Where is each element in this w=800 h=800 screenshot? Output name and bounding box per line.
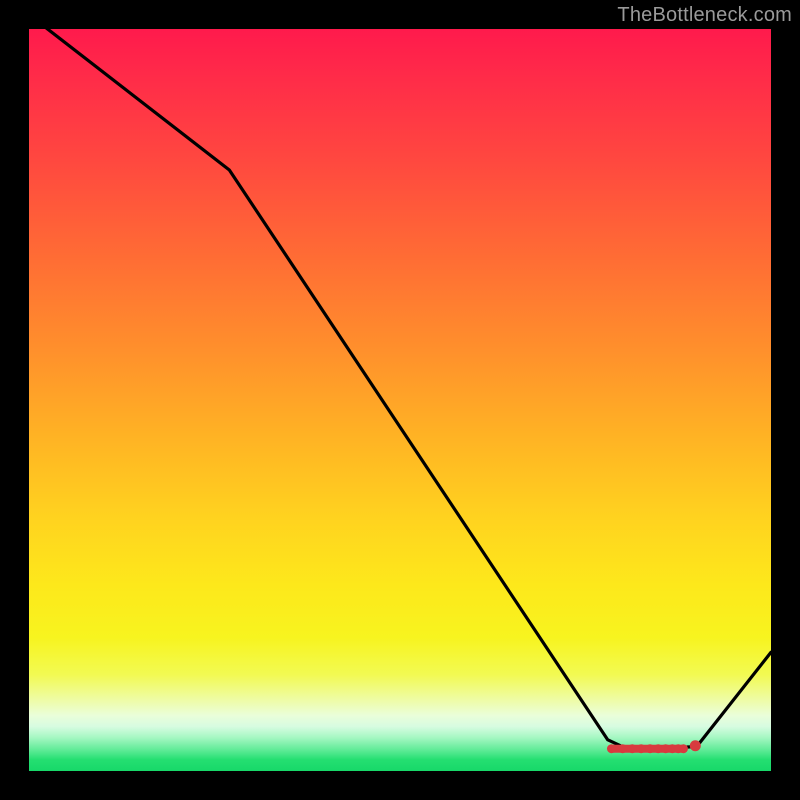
curve-line bbox=[29, 29, 771, 750]
data-marker bbox=[607, 744, 616, 753]
data-marker bbox=[646, 744, 655, 753]
data-marker bbox=[679, 744, 688, 753]
chart-container: TheBottleneck.com bbox=[0, 0, 800, 800]
attribution-text: TheBottleneck.com bbox=[617, 4, 792, 27]
bottleneck-curve bbox=[29, 29, 771, 771]
plot-area bbox=[29, 29, 771, 771]
data-marker bbox=[690, 740, 701, 751]
data-marker bbox=[618, 744, 627, 753]
marker-group bbox=[607, 740, 701, 753]
data-marker bbox=[637, 744, 646, 753]
data-marker bbox=[628, 744, 637, 753]
